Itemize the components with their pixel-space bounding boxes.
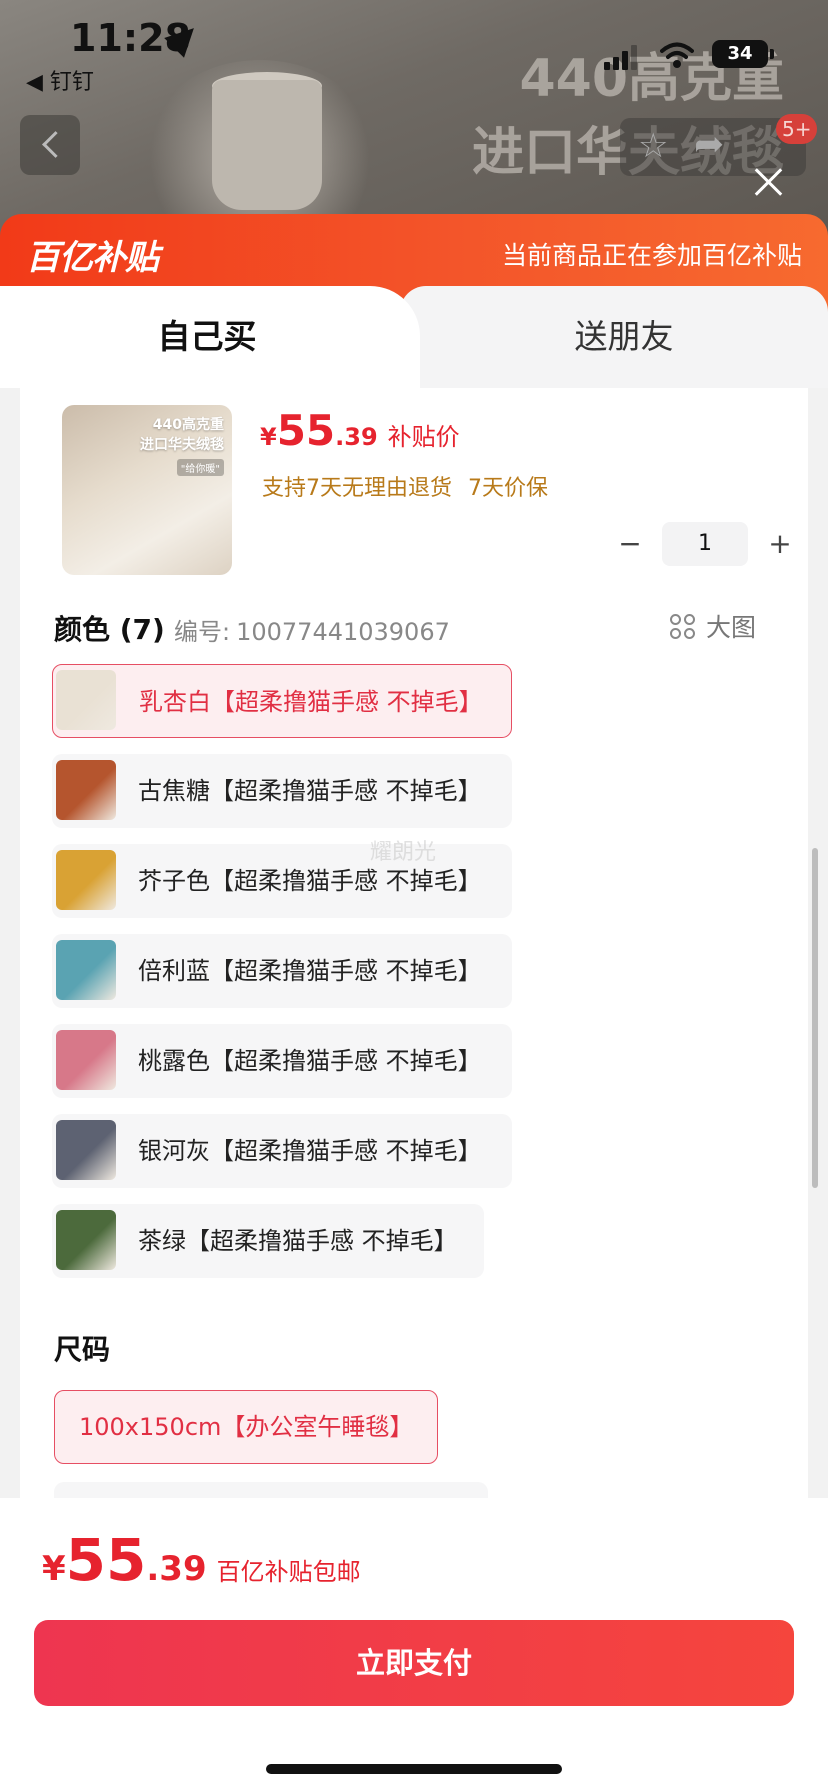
watermark: 耀朗光 [370, 840, 437, 865]
product-code-value: 10077441039067 [236, 618, 450, 646]
color-swatch-image [56, 1210, 116, 1270]
footer-price-note: 百亿补贴包邮 [216, 1558, 361, 1586]
sku-sheet: 440高克重 进口华夫绒毯 "给你暖" ¥55.39 补贴价 支持7天无理由退货 7… [0, 388, 828, 1498]
color-option-label: 倍利蓝【超柔撸猫手感 不掉毛】 [138, 957, 482, 985]
color-swatch-image [56, 670, 116, 730]
price-integer: 55 [276, 406, 336, 455]
footer-price: ¥55.39 百亿补贴包邮 [42, 1526, 361, 1594]
subsidy-logo: 百亿补贴 [26, 238, 159, 278]
subsidy-note: 当前商品正在参加百亿补贴 [501, 241, 802, 270]
size-section-title: 尺码 [54, 1333, 111, 1366]
quantity-input[interactable]: 1 [662, 522, 748, 566]
color-option[interactable]: 倍利蓝【超柔撸猫手感 不掉毛】 [52, 934, 512, 1008]
color-option-label: 银河灰【超柔撸猫手感 不掉毛】 [138, 1137, 482, 1165]
quantity-plus-button[interactable]: + [760, 522, 800, 566]
close-icon[interactable] [750, 164, 786, 200]
color-option[interactable]: 桃露色【超柔撸猫手感 不掉毛】 [52, 1024, 512, 1098]
back-to-app-link[interactable]: ◀ 钉钉 [26, 64, 94, 96]
tab-send-friend-label[interactable]: 送朋友 [420, 286, 828, 388]
guarantee-line: 支持7天无理由退货 7天价保 [262, 470, 548, 502]
price-protection: 7天价保 [468, 476, 548, 501]
return-policy: 支持7天无理由退货 [262, 476, 452, 501]
big-view-label: 大图 [706, 613, 757, 642]
cup-shape [212, 80, 322, 210]
sku-sheet-content: 440高克重 进口华夫绒毯 "给你暖" ¥55.39 补贴价 支持7天无理由退货 7… [20, 388, 808, 1498]
color-option-label: 桃露色【超柔撸猫手感 不掉毛】 [138, 1047, 482, 1075]
product-thumbnail[interactable]: 440高克重 进口华夫绒毯 "给你暖" [62, 405, 232, 575]
checkout-footer: ¥55.39 百亿补贴包邮 立即支付 [0, 1498, 828, 1792]
color-option[interactable]: 茶绿【超柔撸猫手感 不掉毛】 [52, 1204, 484, 1278]
wifi-icon [660, 42, 694, 68]
back-icon[interactable] [20, 115, 80, 175]
footer-price-symbol: ¥ [42, 1549, 66, 1589]
status-bar: 11:28 ◀ 钉钉 34 [0, 0, 828, 95]
color-section-title: 颜色 (7) [54, 613, 165, 646]
footer-price-decimal: .39 [146, 1549, 207, 1589]
size-option[interactable] [54, 1482, 488, 1498]
purchase-tabs: 自己买 送朋友 [0, 286, 828, 388]
color-option[interactable]: 银河灰【超柔撸猫手感 不掉毛】 [52, 1114, 512, 1188]
price-label: 补贴价 [387, 423, 460, 451]
color-option-label: 乳杏白【超柔撸猫手感 不掉毛】 [139, 688, 483, 716]
price-line: ¥55.39 补贴价 [260, 406, 460, 455]
color-option[interactable]: 芥子色【超柔撸猫手感 不掉毛】 [52, 844, 512, 918]
color-options: 乳杏白【超柔撸猫手感 不掉毛】 古焦糖【超柔撸猫手感 不掉毛】芥子色【超柔撸猫手感… [52, 664, 552, 1294]
star-icon[interactable]: ☆ [638, 126, 668, 166]
color-swatch-image [56, 940, 116, 1000]
size-option-selected[interactable]: 100x150cm【办公室午睡毯】 [54, 1390, 439, 1464]
grid-view-icon [670, 614, 698, 642]
cart-badge: 5+ [776, 114, 818, 144]
pay-now-button[interactable]: 立即支付 [34, 1620, 794, 1706]
battery-indicator: 34 [712, 40, 774, 68]
color-swatch-image [56, 1030, 116, 1090]
price-decimal: .39 [335, 423, 378, 451]
color-option-label: 古焦糖【超柔撸猫手感 不掉毛】 [138, 777, 482, 805]
color-option-selected[interactable]: 乳杏白【超柔撸猫手感 不掉毛】 [52, 664, 512, 738]
product-code: 编号: 10077441039067 [174, 612, 450, 647]
color-option-label: 茶绿【超柔撸猫手感 不掉毛】 [138, 1227, 458, 1255]
product-code-label: 编号: [174, 618, 231, 646]
tab-buy-self-label[interactable]: 自己买 [0, 286, 414, 388]
color-option[interactable]: 古焦糖【超柔撸猫手感 不掉毛】 [52, 754, 512, 828]
color-swatch-image [56, 1120, 116, 1180]
thumbnail-text: 440高克重 进口华夫绒毯 [140, 417, 224, 453]
price-symbol: ¥ [260, 423, 277, 451]
thumbnail-tag: "给你暖" [176, 459, 224, 476]
footer-price-integer: 55 [65, 1526, 147, 1594]
cellular-signal-icon [604, 44, 640, 70]
color-swatch-image [56, 760, 116, 820]
color-swatch-image [56, 850, 116, 910]
scrollbar[interactable] [812, 848, 818, 1188]
quantity-minus-button[interactable]: − [610, 522, 650, 566]
home-indicator [266, 1764, 562, 1774]
share-icon[interactable]: ➦ [694, 124, 724, 165]
